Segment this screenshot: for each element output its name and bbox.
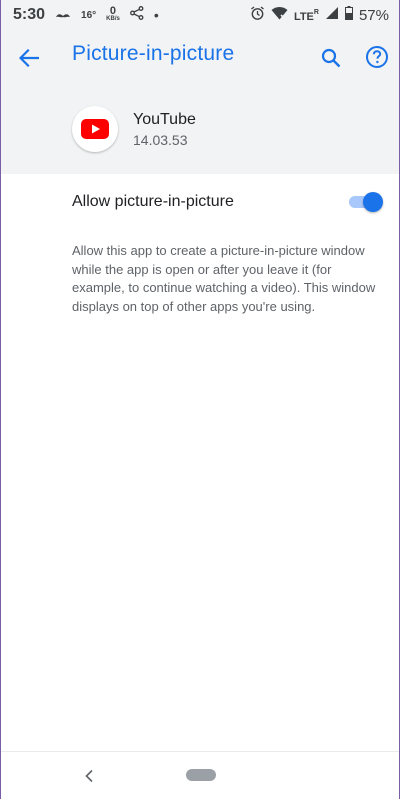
- allow-pip-toggle[interactable]: [347, 192, 383, 212]
- status-temperature: 16°: [81, 9, 97, 21]
- wifi-icon: [271, 6, 288, 24]
- allow-pip-setting-row[interactable]: Allow picture-in-picture: [1, 178, 399, 226]
- data-rate-value: 0: [109, 5, 117, 17]
- nav-back-button[interactable]: [81, 766, 97, 786]
- status-bar-right: LTER 57%: [250, 5, 389, 25]
- status-bar-left: 5:30 16° 0 KB/s •: [13, 6, 159, 24]
- app-version: 14.03.53: [133, 132, 188, 148]
- back-arrow-icon: [19, 49, 39, 67]
- toggle-thumb: [363, 192, 383, 212]
- back-button[interactable]: [15, 44, 43, 72]
- status-data-rate: 0 KB/s: [106, 5, 120, 23]
- screen: 5:30 16° 0 KB/s • LTER 57% Picture-in-pi…: [0, 0, 400, 799]
- alarm-icon: [250, 5, 265, 25]
- nav-home-pill[interactable]: [186, 769, 216, 781]
- navigation-bar: [1, 751, 399, 799]
- chevron-left-icon: [85, 769, 93, 783]
- data-rate-unit: KB/s: [106, 16, 120, 22]
- help-button[interactable]: [363, 43, 391, 71]
- roaming-indicator: R: [313, 8, 319, 16]
- network-lte: LTE: [293, 10, 314, 23]
- search-icon: [321, 48, 341, 68]
- dot-icon: •: [153, 7, 159, 23]
- search-button[interactable]: [317, 44, 345, 72]
- signal-icon: [325, 6, 339, 24]
- battery-percent: 57%: [358, 6, 389, 24]
- mustache-icon: [55, 7, 71, 24]
- app-bar: Picture-in-picture: [1, 30, 399, 86]
- status-time: 5:30: [13, 6, 46, 23]
- battery-icon: [344, 6, 353, 24]
- app-name: YouTube: [133, 111, 196, 128]
- status-bar: 5:30 16° 0 KB/s • LTER 57%: [1, 0, 399, 30]
- share-icon: [129, 6, 144, 24]
- network-type: LTER: [294, 7, 319, 24]
- pip-description: Allow this app to create a picture-in-pi…: [72, 243, 376, 314]
- youtube-app-icon: [72, 106, 118, 152]
- allow-pip-label: Allow picture-in-picture: [72, 193, 234, 210]
- youtube-logo-icon: [81, 119, 109, 139]
- app-header: YouTube 14.03.53: [1, 86, 399, 174]
- page-title: Picture-in-picture: [72, 42, 235, 65]
- help-icon: [366, 46, 388, 68]
